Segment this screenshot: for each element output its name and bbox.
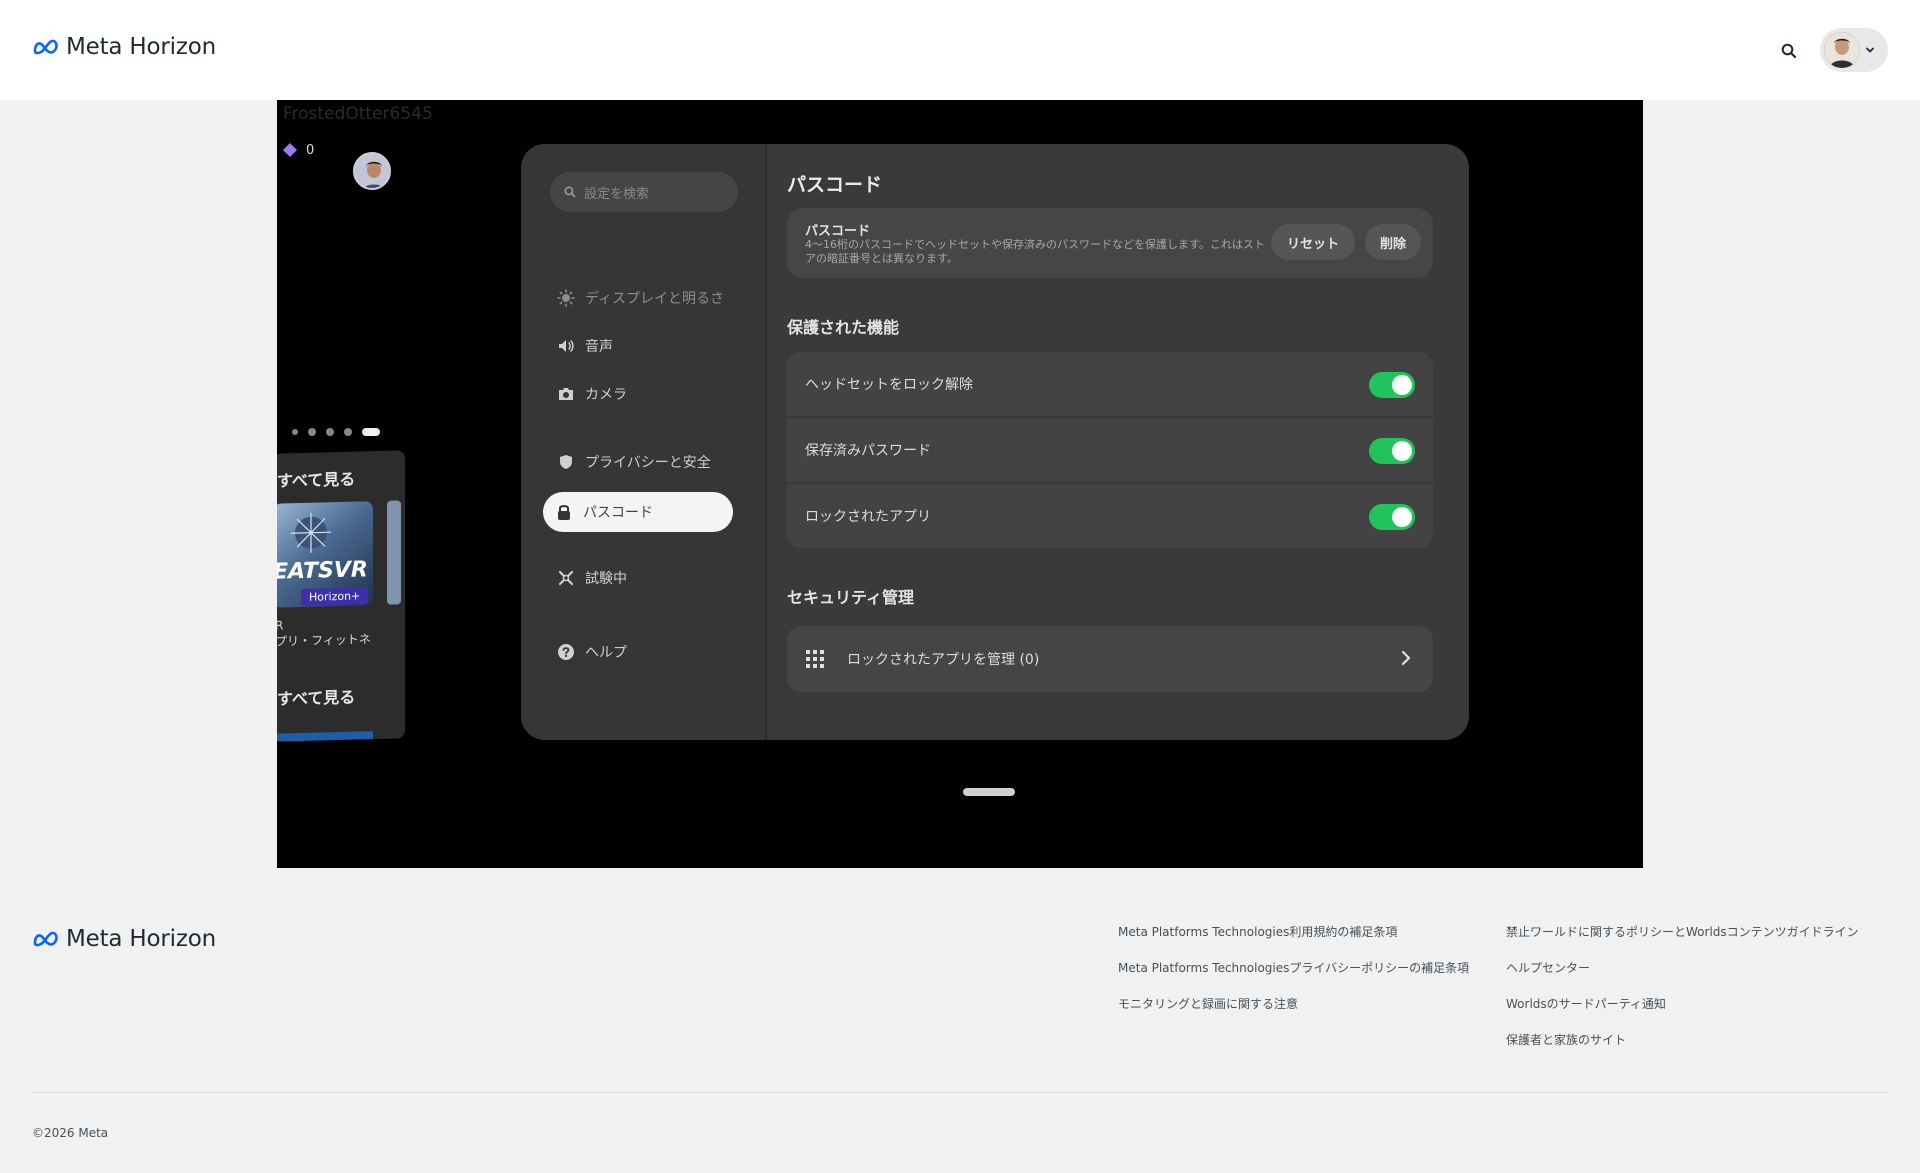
- carousel-dots: [292, 428, 380, 436]
- sidebar-item-experimental[interactable]: 試験中: [557, 568, 627, 588]
- grid-icon: [806, 650, 824, 668]
- chevron-right-icon: [1401, 650, 1411, 666]
- footer-divider: [32, 1092, 1888, 1093]
- page-title: パスコード: [787, 174, 883, 196]
- sidebar-item-label: カメラ: [585, 387, 627, 403]
- app-subtitle-line2: プリ・フィットネ: [277, 632, 371, 649]
- sidebar-item-label: ディスプレイと明るさ: [585, 291, 725, 307]
- top-header: Meta Horizon: [0, 0, 1920, 100]
- search-placeholder: 設定を検索: [584, 186, 650, 202]
- library-card: すべて見る EATSVR Horizon+ R プリ・フィットネ すべて見る: [277, 450, 405, 742]
- gem-count: 0: [306, 142, 315, 158]
- copyright: ©2026 Meta: [32, 1126, 109, 1140]
- footer-links-col1: Meta Platforms Technologies利用規約の補足条項 Met…: [1118, 924, 1469, 1012]
- experimental-icon: [558, 570, 574, 586]
- footer-link-family[interactable]: 保護者と家族のサイト: [1506, 1032, 1859, 1048]
- saved-passwords-toggle[interactable]: [1369, 438, 1415, 464]
- locked-apps-toggle[interactable]: [1369, 504, 1415, 530]
- see-all-link-2[interactable]: すべて見る: [277, 684, 355, 710]
- passcode-card: パスコード 4〜16桁のパスコードでヘッドセットや保存済みのパスワードなどを保護…: [787, 208, 1433, 278]
- delete-button[interactable]: 削除: [1365, 224, 1421, 260]
- passcode-card-title: パスコード: [805, 224, 871, 239]
- profile-menu-button[interactable]: [1820, 28, 1888, 72]
- toggle-label: ロックされたアプリ: [805, 509, 931, 525]
- see-all-link[interactable]: すべて見る: [277, 466, 355, 492]
- vr-screenshot: FrostedOtter6545 0 すべて見る EATSVR Horizon+: [277, 100, 1643, 868]
- sidebar-item-label: 音声: [585, 339, 613, 355]
- camera-icon: [559, 388, 573, 400]
- toggle-label: 保存済みパスワード: [805, 443, 931, 459]
- footer-link-third-party[interactable]: Worldsのサードパーティ通知: [1506, 996, 1859, 1012]
- shield-icon: [560, 455, 572, 469]
- speaker-icon: [559, 340, 574, 352]
- security-management-heading: セキュリティ管理: [787, 588, 915, 607]
- logo-text: Meta Horizon: [66, 34, 216, 60]
- protected-features-heading: 保護された機能: [787, 318, 900, 337]
- carousel-dot: [308, 428, 316, 436]
- sidebar-item-audio[interactable]: 音声: [557, 336, 613, 356]
- toggle-row-saved-passwords[interactable]: 保存済みパスワード: [787, 418, 1433, 482]
- passcode-card-description: 4〜16桁のパスコードでヘッドセットや保存済みのパスワードなどを保護します。これ…: [805, 238, 1265, 265]
- settings-panel: 設定を検索 ディスプレイと明るさ 音声 カメラ プライバシーと安全 パスコード …: [521, 144, 1469, 740]
- app-thumbnail[interactable]: EATSVR Horizon+: [277, 501, 373, 608]
- horizon-plus-badge: Horizon+: [301, 587, 369, 606]
- carousel-dot: [326, 428, 334, 436]
- card-bar: [277, 731, 373, 742]
- search-icon: [564, 186, 576, 198]
- gem-counter: 0: [282, 142, 314, 158]
- reset-button[interactable]: リセット: [1271, 224, 1355, 260]
- meta-logo-icon: [33, 931, 58, 947]
- manage-locked-apps-label: ロックされたアプリを管理 (0): [847, 652, 1040, 668]
- app-subtitle: R プリ・フィットネ: [277, 615, 371, 650]
- carousel-dot: [344, 428, 352, 436]
- footer-logo-text: Meta Horizon: [66, 926, 216, 952]
- carousel-dot-active: [362, 428, 380, 436]
- sidebar-item-label: パスコード: [583, 505, 653, 521]
- footer-link-help-center[interactable]: ヘルプセンター: [1506, 960, 1859, 976]
- thumbnail-title: EATSVR: [277, 557, 368, 585]
- gem-icon: [283, 143, 297, 157]
- sidebar-item-label: ヘルプ: [585, 645, 627, 661]
- settings-search-input[interactable]: 設定を検索: [550, 172, 738, 212]
- lock-icon: [558, 505, 570, 520]
- footer-link-terms[interactable]: Meta Platforms Technologies利用規約の補足条項: [1118, 924, 1469, 940]
- sidebar-item-camera[interactable]: カメラ: [557, 384, 627, 404]
- footer-links-col2: 禁止ワールドに関するポリシーとWorldsコンテンツガイドライン ヘルプセンター…: [1506, 924, 1859, 1048]
- search-button[interactable]: [1776, 38, 1802, 64]
- settings-main: パスコード パスコード 4〜16桁のパスコードでヘッドセットや保存済みのパスワー…: [787, 144, 1469, 740]
- sidebar-item-display[interactable]: ディスプレイと明るさ: [557, 288, 724, 308]
- toggle-label: ヘッドセットをロック解除: [805, 377, 973, 393]
- sidebar-item-label: 試験中: [585, 571, 627, 587]
- footer-link-privacy[interactable]: Meta Platforms Technologiesプライバシーポリシーの補足…: [1118, 960, 1469, 976]
- footer-logo[interactable]: Meta Horizon: [32, 926, 216, 952]
- home-indicator: [963, 788, 1015, 796]
- footer-link-worlds-policy[interactable]: 禁止ワールドに関するポリシーとWorldsコンテンツガイドライン: [1506, 924, 1859, 940]
- avatar: [1824, 32, 1860, 68]
- manage-locked-apps-row[interactable]: ロックされたアプリを管理 (0): [787, 626, 1433, 692]
- search-icon: [1781, 43, 1797, 59]
- toggle-row-unlock-headset[interactable]: ヘッドセットをロック解除: [787, 352, 1433, 416]
- help-icon: [558, 644, 574, 660]
- carousel-dot: [292, 429, 298, 435]
- app-thumbnail-partial[interactable]: [387, 500, 401, 605]
- sidebar-item-privacy[interactable]: プライバシーと安全: [557, 452, 711, 472]
- meta-horizon-logo[interactable]: Meta Horizon: [32, 34, 216, 60]
- footer-link-monitoring[interactable]: モニタリングと録画に関する注意: [1118, 996, 1469, 1012]
- settings-sidebar: 設定を検索 ディスプレイと明るさ 音声 カメラ プライバシーと安全 パスコード …: [521, 144, 767, 740]
- sidebar-item-help[interactable]: ヘルプ: [557, 642, 627, 662]
- sun-icon: [557, 289, 575, 307]
- chevron-down-icon: [1866, 47, 1874, 53]
- sidebar-item-label: プライバシーと安全: [585, 455, 711, 471]
- vr-username: FrostedOtter6545: [283, 104, 433, 124]
- unlock-headset-toggle[interactable]: [1369, 372, 1415, 398]
- vr-avatar: [353, 152, 391, 190]
- sidebar-item-passcode[interactable]: パスコード: [543, 492, 733, 532]
- toggle-row-locked-apps[interactable]: ロックされたアプリ: [787, 484, 1433, 548]
- meta-logo-icon: [33, 39, 58, 55]
